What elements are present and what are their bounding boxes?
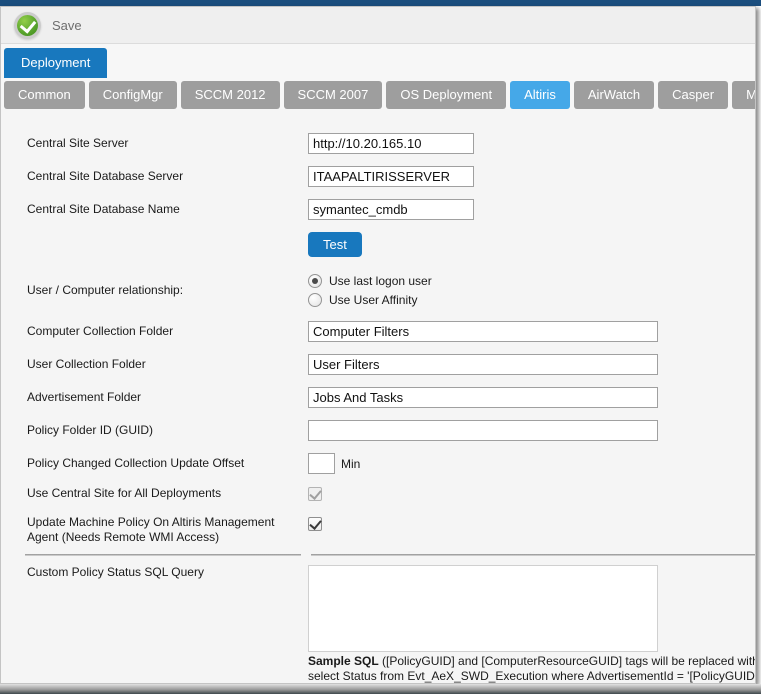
central-site-database-server-input[interactable] [308, 166, 474, 187]
central-site-database-server-label: Central Site Database Server [27, 169, 308, 184]
sub-tabs-row: Common ConfigMgr SCCM 2012 SCCM 2007 OS … [4, 81, 755, 109]
sample-sql-bold: Sample SQL [308, 654, 379, 668]
radio-use-last-logon-user[interactable]: Use last logon user [308, 274, 432, 288]
user-collection-folder-label: User Collection Folder [27, 357, 308, 372]
tab-altiris[interactable]: Altiris [510, 81, 570, 109]
custom-policy-sql-label: Custom Policy Status SQL Query [27, 565, 308, 580]
tab-common[interactable]: Common [4, 81, 85, 109]
use-central-site-label: Use Central Site for All Deployments [27, 486, 308, 501]
update-machine-policy-label: Update Machine Policy On Altiris Managem… [27, 515, 308, 545]
test-button[interactable]: Test [308, 232, 362, 257]
minutes-unit-label: Min [341, 457, 360, 471]
sample-sql-query: select Status from Evt_AeX_SWD_Execution… [308, 669, 755, 684]
policy-folder-id-label: Policy Folder ID (GUID) [27, 423, 308, 438]
central-site-database-name-label: Central Site Database Name [27, 202, 308, 217]
radio-icon [308, 274, 322, 288]
update-machine-policy-checkbox[interactable] [308, 517, 322, 531]
tab-os-deployment[interactable]: OS Deployment [386, 81, 506, 109]
user-collection-folder-input[interactable] [308, 354, 658, 375]
user-computer-relationship-group: Use last logon user Use User Affinity [308, 274, 432, 307]
central-site-database-name-input[interactable] [308, 199, 474, 220]
save-button-label: Save [52, 18, 82, 33]
radio-icon [308, 293, 322, 307]
sample-sql-help-text: Sample SQL ([PolicyGUID] and [ComputerRe… [308, 654, 755, 684]
user-computer-relationship-label: User / Computer relationship: [27, 283, 308, 298]
use-central-site-checkbox [308, 487, 322, 501]
computer-collection-folder-label: Computer Collection Folder [27, 324, 308, 339]
tab-area: Deployment Common ConfigMgr SCCM 2012 SC… [1, 44, 755, 109]
section-divider [25, 554, 755, 556]
settings-panel: Save Deployment Common ConfigMgr SCCM 20… [0, 6, 756, 684]
tab-sccm-2007[interactable]: SCCM 2007 [284, 81, 383, 109]
policy-changed-offset-input[interactable] [308, 453, 335, 474]
central-site-server-label: Central Site Server [27, 136, 308, 151]
save-check-icon [17, 15, 38, 36]
toolbar: Save [1, 7, 755, 44]
policy-changed-offset-label: Policy Changed Collection Update Offset [27, 456, 308, 471]
custom-policy-sql-textarea[interactable] [308, 565, 658, 652]
advertisement-folder-input[interactable] [308, 387, 658, 408]
tab-mobileiron[interactable]: MobileIron [732, 81, 756, 109]
radio-use-user-affinity[interactable]: Use User Affinity [308, 293, 432, 307]
central-site-server-input[interactable] [308, 133, 474, 154]
tab-deployment[interactable]: Deployment [4, 48, 107, 78]
policy-folder-id-input[interactable] [308, 420, 658, 441]
computer-collection-folder-input[interactable] [308, 321, 658, 342]
tab-casper[interactable]: Casper [658, 81, 728, 109]
tab-airwatch[interactable]: AirWatch [574, 81, 654, 109]
tab-sccm-2012[interactable]: SCCM 2012 [181, 81, 280, 109]
form-content: Central Site Server Central Site Databas… [1, 109, 755, 684]
advertisement-folder-label: Advertisement Folder [27, 390, 308, 405]
tab-configmgr[interactable]: ConfigMgr [89, 81, 177, 109]
save-button[interactable]: Save [13, 11, 82, 40]
bottom-shadow-bar [0, 684, 761, 694]
